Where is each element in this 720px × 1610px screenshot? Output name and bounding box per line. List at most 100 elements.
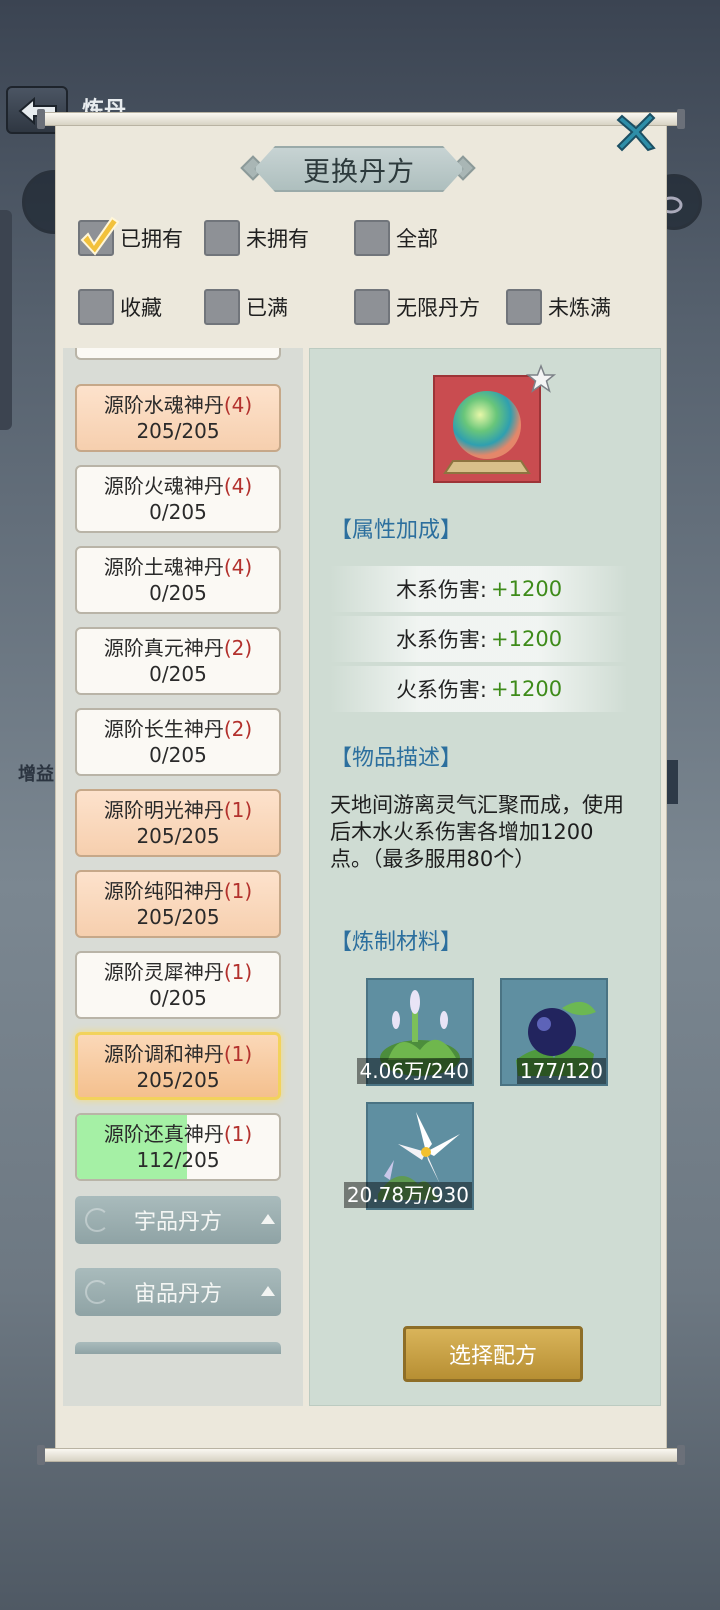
materials-title: 【炼制材料】 xyxy=(330,930,463,955)
recipe-tier: (4) xyxy=(223,555,253,579)
material-slot[interactable]: 20.78万/930 xyxy=(343,1102,474,1210)
checkbox-owned[interactable] xyxy=(78,216,120,256)
recipe-name: 源阶灵犀神丹 xyxy=(103,960,224,984)
material-count: 4.06万/240 xyxy=(356,1058,472,1084)
category-label: 宇品丹方 xyxy=(133,1210,222,1235)
recipe-name: 源阶明光神丹 xyxy=(103,798,224,822)
recipe-progress: 0/205 xyxy=(149,581,207,605)
recipe-name: 源阶真元神丹 xyxy=(103,636,224,660)
recipe-tier: (1) xyxy=(223,1122,253,1146)
filter-all[interactable]: 全部 xyxy=(354,218,438,258)
panel-title: 更换丹方 xyxy=(303,156,415,188)
category-header-zhou[interactable]: 宙品丹方 xyxy=(75,1268,281,1316)
recipe-progress: 0/205 xyxy=(149,986,207,1010)
filter-label: 已拥有 xyxy=(120,227,183,251)
attribute-row: 火系伤害: +1200 xyxy=(330,666,628,712)
filter-full[interactable]: 已满 xyxy=(204,287,288,327)
filter-label: 收藏 xyxy=(120,296,162,320)
recipe-name: 源阶水魂神丹 xyxy=(103,393,224,417)
checkbox-not-maxed[interactable] xyxy=(506,289,542,325)
filter-not-maxed[interactable]: 未炼满 xyxy=(506,287,611,327)
checkbox-unlimited[interactable] xyxy=(354,289,390,325)
filter-label: 全部 xyxy=(396,227,438,251)
scroll-bottom-rod xyxy=(37,1445,685,1465)
recipe-item[interactable]: 源阶火魂神丹(4) 0/205 xyxy=(75,465,281,533)
recipe-tier: (2) xyxy=(223,717,253,741)
panel-title-banner: 更换丹方 xyxy=(254,146,464,192)
material-slot[interactable]: 177/120 xyxy=(500,978,608,1086)
material-count: 177/120 xyxy=(516,1058,606,1084)
favorite-star-icon[interactable] xyxy=(525,363,557,398)
expand-arrow-icon xyxy=(261,1214,275,1224)
recipe-item-selected[interactable]: 源阶调和神丹(1) 205/205 xyxy=(75,1032,281,1100)
recipe-tier: (2) xyxy=(223,636,253,660)
recipe-item[interactable]: 源阶灵犀神丹(1) 0/205 xyxy=(75,951,281,1019)
recipe-progress: 0/205 xyxy=(149,500,207,524)
recipe-name: 源阶火魂神丹 xyxy=(103,474,224,498)
background-side-tab xyxy=(0,210,12,430)
recipe-tier: (1) xyxy=(223,960,253,984)
recipe-item[interactable]: 源阶纯阳神丹(1) 205/205 xyxy=(75,870,281,938)
attributes-title: 【属性加成】 xyxy=(330,518,463,543)
recipe-progress: 112/205 xyxy=(136,1148,220,1172)
close-icon xyxy=(616,112,656,152)
recipe-progress: 205/205 xyxy=(136,419,220,443)
category-header-partial[interactable] xyxy=(75,1342,281,1354)
recipe-item[interactable]: 源阶明光神丹(1) 205/205 xyxy=(75,789,281,857)
attribute-row: 木系伤害: +1200 xyxy=(330,566,628,612)
recipe-item[interactable]: 源阶土魂神丹(4) 0/205 xyxy=(75,546,281,614)
recipe-name: 源阶纯阳神丹 xyxy=(103,879,224,903)
filter-label: 已满 xyxy=(246,296,288,320)
category-label: 宙品丹方 xyxy=(133,1282,222,1307)
recipe-progress: 0/205 xyxy=(149,743,207,767)
select-recipe-button[interactable]: 选择配方 xyxy=(403,1326,583,1382)
recipe-progress: 205/205 xyxy=(136,905,220,929)
attribute-row: 水系伤害: +1200 xyxy=(330,616,628,662)
material-slot[interactable]: 4.06万/240 xyxy=(356,978,474,1086)
attribute-name: 水系伤害: xyxy=(395,628,488,652)
recipe-tier: (1) xyxy=(223,1042,253,1066)
recipe-list[interactable]: 源阶水魂神丹(4) 205/205 源阶火魂神丹(4) 0/205 源阶土魂神丹… xyxy=(63,348,303,1406)
recipe-item[interactable]: 源阶真元神丹(2) 0/205 xyxy=(75,627,281,695)
filter-owned[interactable]: 已拥有 xyxy=(78,216,183,258)
recipe-progress: 205/205 xyxy=(136,824,220,848)
checkbox-not-owned[interactable] xyxy=(204,220,240,256)
scroll-top-rod xyxy=(37,109,685,129)
filter-label: 无限丹方 xyxy=(396,296,480,320)
recipe-item[interactable]: 源阶长生神丹(2) 0/205 xyxy=(75,708,281,776)
background-side-label: 增益 xyxy=(18,764,54,785)
checkbox-all[interactable] xyxy=(354,220,390,256)
recipe-name: 源阶还真神丹 xyxy=(103,1122,224,1146)
recipe-tier: (4) xyxy=(223,474,253,498)
expand-arrow-icon xyxy=(261,1286,275,1296)
item-description: 天地间游离灵气汇聚而成，使用后木水火系伤害各增加1200点。（最多服用80个） xyxy=(330,793,624,871)
checkmark-icon xyxy=(80,216,120,256)
close-button[interactable] xyxy=(614,110,658,154)
material-count: 20.78万/930 xyxy=(343,1182,472,1208)
attribute-value: +1200 xyxy=(491,677,563,701)
attribute-name: 木系伤害: xyxy=(395,578,488,602)
background-right-tab xyxy=(664,760,678,804)
recipe-tier: (1) xyxy=(223,798,253,822)
filter-label: 未炼满 xyxy=(548,296,611,320)
description-title: 【物品描述】 xyxy=(330,746,463,771)
filter-label: 未拥有 xyxy=(246,227,309,251)
filter-favorites[interactable]: 收藏 xyxy=(78,287,162,327)
select-recipe-label: 选择配方 xyxy=(448,1344,537,1369)
recipe-tier: (1) xyxy=(223,879,253,903)
elixir-icon xyxy=(433,375,541,483)
filter-unlimited[interactable]: 无限丹方 xyxy=(354,287,480,327)
recipe-item[interactable]: 源阶还真神丹(1) 112/205 xyxy=(75,1113,281,1181)
category-header-yu[interactable]: 宇品丹方 xyxy=(75,1196,281,1244)
checkbox-full[interactable] xyxy=(204,289,240,325)
recipe-tier: (4) xyxy=(223,393,253,417)
filter-not-owned[interactable]: 未拥有 xyxy=(204,218,309,258)
attribute-value: +1200 xyxy=(491,627,563,651)
recipe-name: 源阶土魂神丹 xyxy=(103,555,224,579)
recipe-item-partial-top[interactable] xyxy=(75,348,281,360)
checkbox-favorites[interactable] xyxy=(78,289,114,325)
recipe-progress: 205/205 xyxy=(136,1068,220,1092)
attribute-value: +1200 xyxy=(491,577,563,601)
recipe-name: 源阶长生神丹 xyxy=(103,717,224,741)
recipe-item[interactable]: 源阶水魂神丹(4) 205/205 xyxy=(75,384,281,452)
